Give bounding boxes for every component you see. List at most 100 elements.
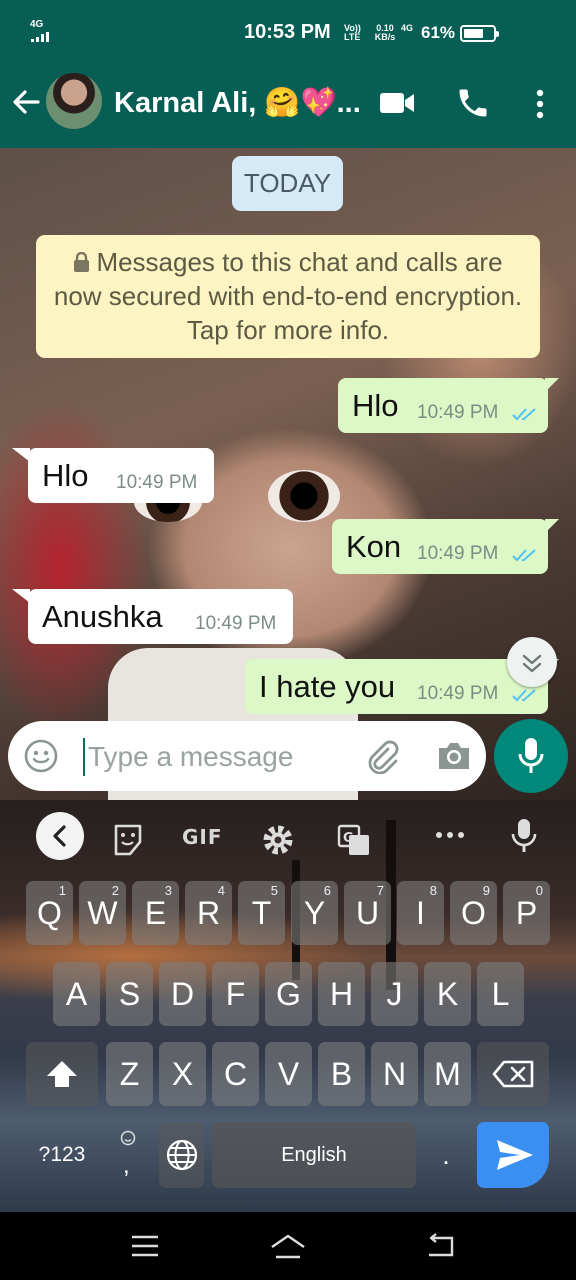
key-g[interactable]: G [265,962,312,1026]
symbols-key[interactable]: ?123 [26,1122,98,1188]
chevron-left-icon [53,825,66,847]
message-outgoing[interactable]: I hate you 10:49 PM [245,659,559,714]
key-b[interactable]: B [318,1042,365,1106]
attach-icon[interactable] [364,738,400,774]
message-time: 10:49 PM [417,543,499,564]
key-x[interactable]: X [159,1042,206,1106]
message-outgoing[interactable]: Kon 10:49 PM [332,519,559,574]
key-h[interactable]: H [318,962,365,1026]
message-incoming[interactable]: Anushka 10:49 PM [12,589,293,644]
lock-icon [74,252,90,272]
contact-avatar[interactable] [46,73,102,129]
key-k[interactable]: K [424,962,471,1026]
message-outgoing[interactable]: Hlo 10:49 PM [338,378,559,433]
read-ticks-icon [512,689,536,702]
send-key[interactable] [477,1122,549,1188]
emoji-icon[interactable] [24,739,58,773]
encryption-notice-text: Messages to this chat and calls are now … [53,247,523,345]
key-z[interactable]: Z [106,1042,153,1106]
video-call-icon[interactable] [378,88,416,118]
key-i[interactable]: I8 [397,881,444,945]
settings-gear-icon[interactable] [258,820,298,860]
read-ticks-icon [512,549,536,562]
status-bar: 4G 10:53 PM Vo)) LTE 0.10 KB/s 4G 61% [0,0,576,60]
chat-area[interactable]: TODAY Messages to this chat and calls ar… [0,148,576,800]
message-time: 10:49 PM [417,402,499,423]
key-j[interactable]: J [371,962,418,1026]
globe-icon [166,1139,197,1171]
message-text: I hate you [259,669,396,704]
more-options-icon[interactable] [530,87,550,121]
read-ticks-icon [512,408,536,421]
comma-label: , [123,1152,130,1179]
translate-icon[interactable]: G [334,820,374,860]
voice-message-button[interactable] [494,719,568,793]
key-m[interactable]: M [424,1042,471,1106]
message-time: 10:49 PM [195,613,277,634]
key-v[interactable]: V [265,1042,312,1106]
phone-icon[interactable] [455,85,491,121]
status-time: 10:53 PM [244,21,331,43]
data-speed: 0.10 KB/s [374,23,396,42]
battery-icon [460,25,499,42]
text-cursor [83,738,85,776]
signal-icon [31,32,49,42]
scroll-to-bottom-button[interactable] [507,637,557,687]
space-bar[interactable]: English [212,1122,416,1188]
menu-icon[interactable] [130,1232,160,1260]
net-type-indicator: 4G [401,23,414,33]
back-nav-icon[interactable] [424,1232,456,1260]
key-u[interactable]: U7 [344,881,391,945]
key-f[interactable]: F [212,962,259,1026]
key-l[interactable]: L [477,962,524,1026]
message-text: Anushka [42,599,163,634]
key-q[interactable]: Q1 [26,881,73,945]
key-a[interactable]: A [53,962,100,1026]
volte-indicator: Vo)) LTE [344,23,361,42]
key-s[interactable]: S [106,962,153,1026]
voice-typing-icon[interactable] [504,816,544,856]
key-y[interactable]: Y6 [291,881,338,945]
svg-text:G: G [343,831,354,846]
message-time: 10:49 PM [116,472,198,493]
key-r[interactable]: R4 [185,881,232,945]
message-text: Kon [346,529,402,564]
keyboard: GIF G Q1 W2 E3 R4 T5 Y6 U7 I8 O9 P0 A S … [0,800,576,1212]
key-w[interactable]: W2 [79,881,126,945]
wallpaper-eye [268,470,340,522]
home-icon[interactable] [269,1232,307,1262]
battery-percent: 61% [421,23,456,42]
language-key[interactable] [159,1122,204,1188]
message-input[interactable]: Type a message [88,741,293,773]
keyboard-collapse-button[interactable] [36,812,84,860]
backspace-icon [492,1060,534,1088]
key-n[interactable]: N [371,1042,418,1106]
key-e[interactable]: E3 [132,881,179,945]
key-d[interactable]: D [159,962,206,1026]
back-arrow-icon[interactable] [10,86,42,118]
key-p[interactable]: P0 [503,881,550,945]
more-tools-icon[interactable] [430,820,470,860]
key-o[interactable]: O9 [450,881,497,945]
network-type: 4G [30,19,44,30]
camera-icon[interactable] [436,740,472,772]
message-incoming[interactable]: Hlo 10:49 PM [12,448,214,503]
contact-name[interactable]: Karnal Ali, 🤗💖... [114,86,361,120]
shift-key[interactable] [26,1042,98,1106]
message-input-bar[interactable]: Type a message [8,721,486,791]
message-text: Hlo [42,458,89,493]
key-c[interactable]: C [212,1042,259,1106]
emoji-small-icon [120,1130,136,1146]
comma-emoji-key[interactable]: , [106,1122,150,1188]
sticker-icon[interactable] [108,820,148,860]
backspace-key[interactable] [477,1042,549,1106]
chat-header: Karnal Ali, 🤗💖... [0,60,576,148]
period-key[interactable]: . [424,1122,468,1188]
encryption-notice[interactable]: Messages to this chat and calls are now … [36,235,540,358]
gif-button[interactable]: GIF [182,825,223,849]
key-t[interactable]: T5 [238,881,285,945]
send-icon [497,1140,533,1170]
microphone-icon [518,738,544,773]
shift-arrow-icon [47,1061,77,1087]
double-chevron-down-icon [522,654,542,673]
